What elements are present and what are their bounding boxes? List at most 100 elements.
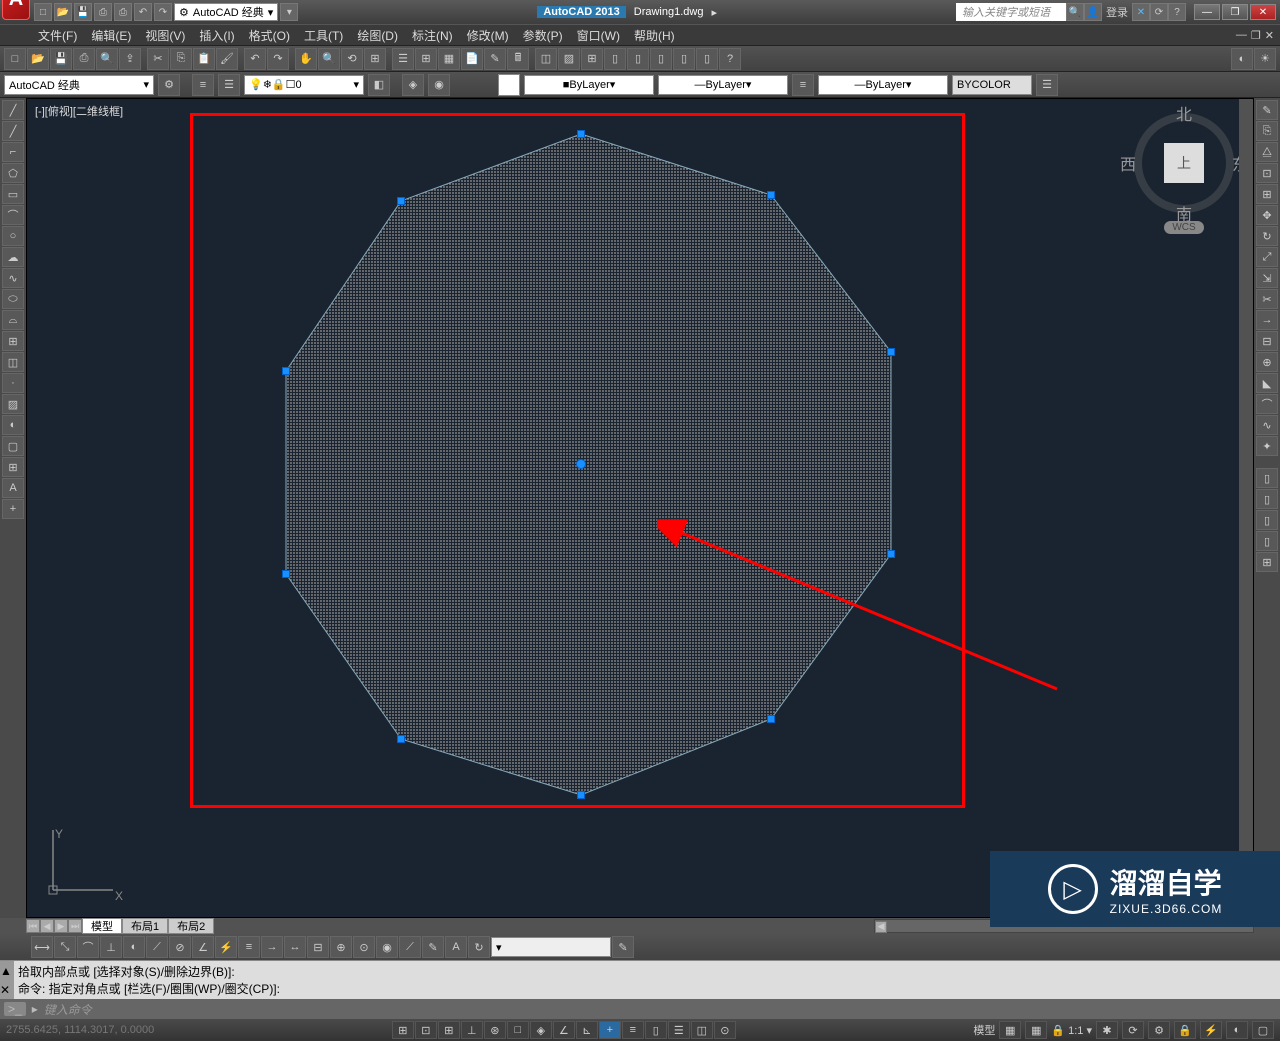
rotate-icon[interactable]: ↻ xyxy=(1256,226,1278,246)
compass-south[interactable]: 南 xyxy=(1176,201,1192,225)
qat-save-icon[interactable]: 💾 xyxy=(74,3,92,21)
tb-ext1-icon[interactable]: ▯ xyxy=(604,48,626,70)
workspace-switcher[interactable]: ⚙ AutoCAD 经典 ▾ xyxy=(174,3,278,21)
addsel-icon[interactable]: + xyxy=(2,499,24,519)
circle-icon[interactable]: ○ xyxy=(2,226,24,246)
anno-auto-icon[interactable]: ⟳ xyxy=(1122,1021,1144,1039)
block-icon[interactable]: ◫ xyxy=(535,48,557,70)
cube-top-face[interactable]: 上 xyxy=(1164,143,1204,183)
dim-style-combo[interactable]: ▾ xyxy=(491,937,611,957)
tab-model[interactable]: 模型 xyxy=(82,918,122,934)
extend-icon[interactable]: → xyxy=(1256,310,1278,330)
gradient-icon[interactable]: ◐ xyxy=(2,415,24,435)
join-icon[interactable]: ⊕ xyxy=(1256,352,1278,372)
zoom-window-icon[interactable]: ⊞ xyxy=(364,48,386,70)
qat-new-icon[interactable]: □ xyxy=(34,3,52,21)
command-history[interactable]: ▲ ✕ 拾取内部点或 [选择对象(S)/删除边界(B)]: 命令: 指定对角点或… xyxy=(0,960,1280,999)
qp-icon[interactable]: ☰ xyxy=(668,1021,690,1039)
dim-constraint-icon[interactable]: ⊞ xyxy=(1256,552,1278,572)
copy-tool-icon[interactable]: ⎘ xyxy=(1256,121,1278,141)
arc-icon[interactable]: ⌒ xyxy=(2,205,24,225)
ws-switch-icon[interactable]: ⚙ xyxy=(1148,1021,1170,1039)
vertex-grip[interactable] xyxy=(577,130,585,138)
sheet-icon[interactable]: 📄 xyxy=(461,48,483,70)
cmd-hist-up-icon[interactable]: ▲ xyxy=(0,964,14,978)
grid-icon[interactable]: ⊞ xyxy=(438,1021,460,1039)
osnap-icon[interactable]: □ xyxy=(507,1021,529,1039)
vertex-grip[interactable] xyxy=(282,570,290,578)
maximize-button[interactable]: ❐ xyxy=(1222,4,1248,20)
qv-dwg-icon[interactable]: ▦ xyxy=(1025,1021,1047,1039)
inspect-icon[interactable]: ◉ xyxy=(376,936,398,958)
dim-style-icon[interactable]: ✎ xyxy=(612,936,634,958)
workspace-settings-icon[interactable]: ⚙ xyxy=(158,74,180,96)
dim-ordinate-icon[interactable]: ⊥ xyxy=(100,936,122,958)
menu-modify[interactable]: 修改(M) xyxy=(461,25,515,46)
layer-props-icon[interactable]: ≡ xyxy=(192,74,214,96)
ortho-icon[interactable]: ⊥ xyxy=(461,1021,483,1039)
zoom-prev-icon[interactable]: ⟲ xyxy=(341,48,363,70)
dim-jogged-icon[interactable]: ⟋ xyxy=(146,936,168,958)
compass-north[interactable]: 北 xyxy=(1176,101,1192,125)
view-cube[interactable]: 北 南 东 西 上 WCS xyxy=(1129,113,1239,273)
menu-window[interactable]: 窗口(W) xyxy=(571,25,626,46)
center-grip[interactable] xyxy=(576,459,586,469)
new-icon[interactable]: □ xyxy=(4,48,26,70)
insert-block-icon[interactable]: ⊞ xyxy=(2,331,24,351)
compass-west[interactable]: 西 xyxy=(1120,151,1136,175)
dim-arc-icon[interactable]: ⌒ xyxy=(77,936,99,958)
coords-readout[interactable]: 2755.6425, 1114.3017, 0.0000 xyxy=(6,1024,154,1036)
tb-ext5-icon[interactable]: ▯ xyxy=(696,48,718,70)
qat-redo-icon[interactable]: ↷ xyxy=(154,3,172,21)
layer-match-icon[interactable]: ◉ xyxy=(428,74,450,96)
dim-space-icon[interactable]: ↔ xyxy=(284,936,306,958)
polygon-icon[interactable]: ⬠ xyxy=(2,163,24,183)
dim-update-icon[interactable]: ↻ xyxy=(468,936,490,958)
qat-saveas-icon[interactable]: ⎙ xyxy=(94,3,112,21)
sc-icon[interactable]: ◫ xyxy=(691,1021,713,1039)
linetype-combo[interactable]: — ByLayer ▾ xyxy=(658,75,788,95)
menu-insert[interactable]: 插入(I) xyxy=(193,25,240,46)
vertex-grip[interactable] xyxy=(577,791,585,799)
point-icon[interactable]: · xyxy=(2,373,24,393)
title-arrow-icon[interactable]: ▸ xyxy=(711,6,717,19)
redo-icon[interactable]: ↷ xyxy=(267,48,289,70)
toolbar-lock-icon[interactable]: 🔒 xyxy=(1174,1021,1196,1039)
hatch-icon[interactable]: ▨ xyxy=(558,48,580,70)
pan-icon[interactable]: ✋ xyxy=(295,48,317,70)
color-combo[interactable]: ■ ByLayer ▾ xyxy=(524,75,654,95)
preview-icon[interactable]: 🔍 xyxy=(96,48,118,70)
layer-combo[interactable]: 💡❄🔒☐ 0▾ xyxy=(244,75,364,95)
layer-iso-icon[interactable]: ◧ xyxy=(368,74,390,96)
close-button[interactable]: ✕ xyxy=(1250,4,1276,20)
dim-baseline-icon[interactable]: ≡ xyxy=(238,936,260,958)
doc-minimize-icon[interactable]: — xyxy=(1236,29,1247,42)
menu-format[interactable]: 格式(O) xyxy=(243,25,296,46)
spline-icon[interactable]: ∿ xyxy=(2,268,24,288)
cmd-hist-close-icon[interactable]: ✕ xyxy=(0,983,14,997)
tab-last-icon[interactable]: ⏭ xyxy=(68,919,82,933)
markup-icon[interactable]: ✎ xyxy=(484,48,506,70)
dim-quick-icon[interactable]: ⚡ xyxy=(215,936,237,958)
stretch-icon[interactable]: ⇲ xyxy=(1256,268,1278,288)
explode-icon[interactable]: ✦ xyxy=(1256,436,1278,456)
stay-connected-icon[interactable]: ⟳ xyxy=(1150,3,1168,21)
save-icon[interactable]: 💾 xyxy=(50,48,72,70)
lineweight-icon[interactable]: ≡ xyxy=(792,74,814,96)
menu-tools[interactable]: 工具(T) xyxy=(298,25,349,46)
jogged-linear-icon[interactable]: ⟋ xyxy=(399,936,421,958)
array-icon[interactable]: ⊞ xyxy=(1256,184,1278,204)
ellipse-arc-icon[interactable]: ⌓ xyxy=(2,310,24,330)
make-block-icon[interactable]: ◫ xyxy=(2,352,24,372)
properties-icon[interactable]: ☰ xyxy=(392,48,414,70)
tb-help-icon[interactable]: ? xyxy=(719,48,741,70)
line-icon[interactable]: ╱ xyxy=(2,100,24,120)
tab-first-icon[interactable]: ⏮ xyxy=(26,919,40,933)
paste-icon[interactable]: 📋 xyxy=(193,48,215,70)
tolerance-icon[interactable]: ⊕ xyxy=(330,936,352,958)
selset1-icon[interactable]: ▯ xyxy=(1256,468,1278,488)
isolate-icon[interactable]: ◐ xyxy=(1226,1021,1248,1039)
tb-ext3-icon[interactable]: ▯ xyxy=(650,48,672,70)
polar-icon[interactable]: ⊛ xyxy=(484,1021,506,1039)
3dosnap-icon[interactable]: ◈ xyxy=(530,1021,552,1039)
